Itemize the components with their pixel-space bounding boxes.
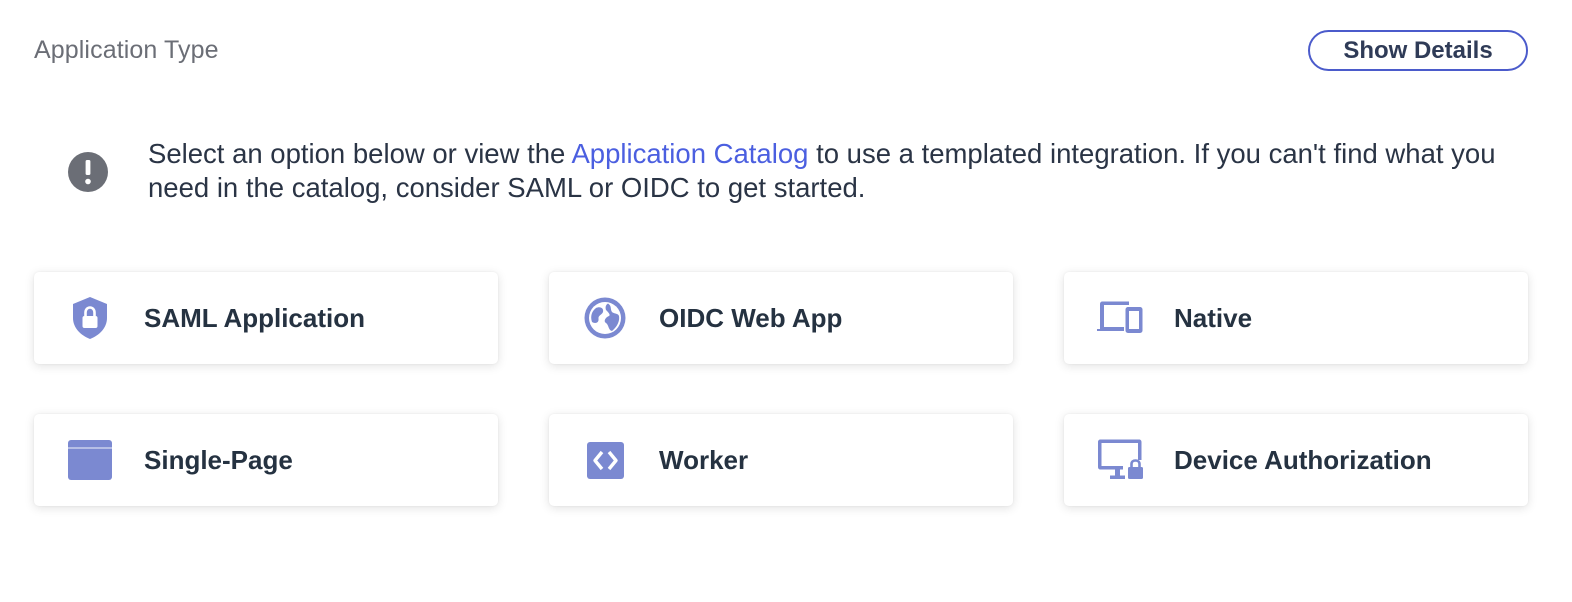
monitor-lock-icon [1096, 436, 1144, 484]
browser-window-icon [66, 436, 114, 484]
option-card-native[interactable]: Native [1064, 272, 1528, 364]
option-card-worker[interactable]: Worker [549, 414, 1013, 506]
section-title: Application Type [34, 36, 219, 64]
option-label: Native [1174, 302, 1253, 333]
notice-message: Select an option below or view the Appli… [148, 137, 1508, 205]
option-label: Device Authorization [1174, 444, 1432, 475]
option-label: SAML Application [144, 302, 365, 333]
option-card-device-authorization[interactable]: Device Authorization [1064, 414, 1528, 506]
option-label: OIDC Web App [659, 302, 843, 333]
option-card-oidc-web-app[interactable]: OIDC Web App [549, 272, 1013, 364]
option-card-single-page[interactable]: Single-Page [34, 414, 498, 506]
notice-text-before: Select an option below or view the [148, 138, 572, 169]
exclamation-circle-icon [68, 152, 108, 192]
application-catalog-link[interactable]: Application Catalog [571, 138, 808, 169]
code-icon [581, 436, 629, 484]
application-type-panel: Application Type Show Details Select an … [0, 0, 1572, 602]
shield-lock-icon [66, 294, 114, 342]
laptop-phone-icon [1096, 294, 1144, 342]
option-label: Worker [659, 444, 749, 475]
option-label: Single-Page [144, 444, 293, 475]
option-card-saml-application[interactable]: SAML Application [34, 272, 498, 364]
globe-icon [581, 294, 629, 342]
show-details-button[interactable]: Show Details [1308, 30, 1528, 71]
